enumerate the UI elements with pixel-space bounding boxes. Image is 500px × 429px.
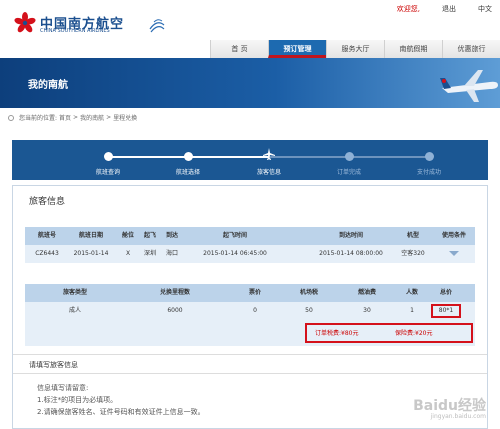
note-line: 2.请确保旅客姓名、证件号码和有效证件上信息一致。	[37, 408, 205, 416]
current-step-plane-icon	[263, 148, 275, 160]
depart-time: 2015-01-14 06:45:00	[203, 250, 267, 257]
breadcrumb: 您当前的位置: 首页 > 我的南航 > 里程兑换	[8, 113, 137, 122]
flight-table: 航班号 航班日期 舱位 起飞 到达 起飞时间 到达时间 机型 使用条件 CZ64…	[25, 227, 475, 263]
location-icon	[8, 114, 14, 121]
watermark-url: jingyan.baidu.com	[430, 413, 486, 420]
kapok-flower-icon	[14, 12, 36, 33]
language-link[interactable]: 中文	[478, 4, 492, 14]
tab-booking-management[interactable]: 预订管理	[268, 40, 326, 58]
fill-info-section: 请填写旅客信息	[13, 354, 487, 374]
watermark-text: Baidu经验	[413, 398, 486, 414]
table-header-row: 航班号 航班日期 舱位 起飞 到达 起飞时间 到达时间 机型 使用条件	[25, 227, 475, 245]
step-node-flight-select	[184, 152, 193, 161]
col-conditions: 使用条件	[441, 232, 466, 239]
top-links: 欢迎您, 退出 中文	[397, 4, 492, 14]
booking-progress: 航班查询 航班选择 旅客信息 订单完成 支付成功	[12, 140, 488, 180]
col-total: 总价	[439, 289, 452, 296]
breadcrumb-prefix: 您当前的位置:	[19, 115, 58, 122]
fare: 0	[253, 307, 257, 314]
step-node-flight-search	[104, 152, 113, 161]
fee-summary: 订单税费:¥80元 保险费:¥20元	[25, 320, 475, 346]
info-notes: 信息填写请留意: 1.标注*的项目为必填项。 2.请确保旅客姓名、证件号码和有效…	[37, 382, 205, 418]
step-node-order-complete	[345, 152, 354, 161]
passenger-count: 1	[410, 307, 414, 314]
tab-service-hall[interactable]: 服务大厅	[326, 40, 384, 58]
china-southern-logo[interactable]: 中国南方航空 CHINA SOUTHERN AIRLINES	[14, 12, 165, 38]
col-depart: 起飞	[143, 232, 156, 239]
col-miles: 兑换里程数	[159, 289, 190, 296]
step-node-payment-success	[425, 152, 434, 161]
page-title: 我的南航	[28, 80, 68, 91]
col-passenger-type: 旅客类型	[62, 289, 87, 296]
table-header-row: 旅客类型 兑换里程数 票价 机场税 燃油费 人数 总价	[25, 284, 475, 302]
flight-date: 2015-01-14	[73, 250, 109, 257]
col-count: 人数	[405, 289, 418, 296]
baidu-watermark: Baidu经验 jingyan.baidu.com	[386, 391, 486, 425]
col-aircraft: 机型	[406, 232, 419, 239]
arrive-city: 海口	[165, 250, 178, 257]
step-payment-success: 支付成功	[416, 169, 441, 176]
col-cabin: 舱位	[121, 232, 134, 239]
tab-home[interactable]: 首 页	[210, 40, 268, 58]
col-airport-tax: 机场税	[299, 289, 318, 296]
chevron-down-icon[interactable]	[449, 251, 459, 256]
breadcrumb-my-csair[interactable]: 我的南航	[80, 113, 104, 122]
top-bar: 中国南方航空 CHINA SOUTHERN AIRLINES 欢迎您, 退出 中…	[0, 0, 500, 40]
col-depart-time: 起飞时间	[222, 232, 247, 239]
decorative-swirl-icon	[149, 19, 165, 33]
logout-link[interactable]: 退出	[442, 4, 456, 14]
table-row: 成人 6000 0 50 30 1 80*1	[25, 302, 475, 320]
airplane-icon	[440, 70, 498, 102]
note-line: 1.标注*的项目为必填项。	[37, 396, 118, 404]
arrive-time: 2015-01-14 08:00:00	[319, 250, 383, 257]
col-fuel-tax: 燃油费	[357, 289, 376, 296]
main-nav: 首 页 预订管理 服务大厅 南航假期 优惠旅行	[210, 40, 500, 58]
depart-city: 深圳	[143, 250, 156, 257]
col-flight-date: 航班日期	[78, 232, 103, 239]
fuel-tax: 30	[363, 307, 371, 314]
breadcrumb-separator: >	[73, 114, 79, 121]
total-highlight-box	[431, 304, 461, 318]
passenger-section-title: 旅客信息	[29, 197, 66, 207]
table-row: CZ6443 2015-01-14 X 深圳 海口 2015-01-14 06:…	[25, 245, 475, 263]
step-passenger-info: 旅客信息	[256, 169, 281, 176]
fill-info-title: 请填写旅客信息	[29, 361, 78, 369]
airport-tax: 50	[305, 307, 313, 314]
step-order-complete: 订单完成	[336, 169, 361, 176]
col-arrive: 到达	[165, 232, 178, 239]
insurance-fee: 保险费:¥20元	[395, 330, 433, 337]
miles-required: 6000	[167, 307, 183, 314]
welcome-link[interactable]: 欢迎您,	[397, 4, 420, 14]
step-flight-search: 航班查询	[95, 169, 120, 176]
col-arrive-time: 到达时间	[338, 232, 363, 239]
tab-discount-travel[interactable]: 优惠旅行	[442, 40, 500, 58]
price-table: 旅客类型 兑换里程数 票价 机场税 燃油费 人数 总价 成人 6000 0 50…	[25, 284, 475, 320]
breadcrumb-home[interactable]: 首页	[59, 113, 71, 122]
cabin-class: X	[125, 250, 131, 257]
page-banner: 我的南航	[0, 58, 500, 108]
logo-english-name: CHINA SOUTHERN AIRLINES	[40, 28, 110, 34]
col-fare: 票价	[248, 289, 261, 296]
breadcrumb-mileage-redeem: 里程兑换	[113, 115, 138, 122]
step-flight-select: 航班选择	[175, 169, 200, 176]
aircraft-type: 空客320	[401, 250, 425, 257]
notes-heading: 信息填写请留意:	[37, 384, 89, 392]
order-tax: 订单税费:¥80元	[315, 330, 359, 337]
flight-no: CZ6443	[35, 250, 59, 257]
breadcrumb-separator: >	[106, 114, 112, 121]
col-flight-no: 航班号	[37, 232, 56, 239]
passenger-type: 成人	[68, 307, 81, 314]
tab-holidays[interactable]: 南航假期	[384, 40, 442, 58]
